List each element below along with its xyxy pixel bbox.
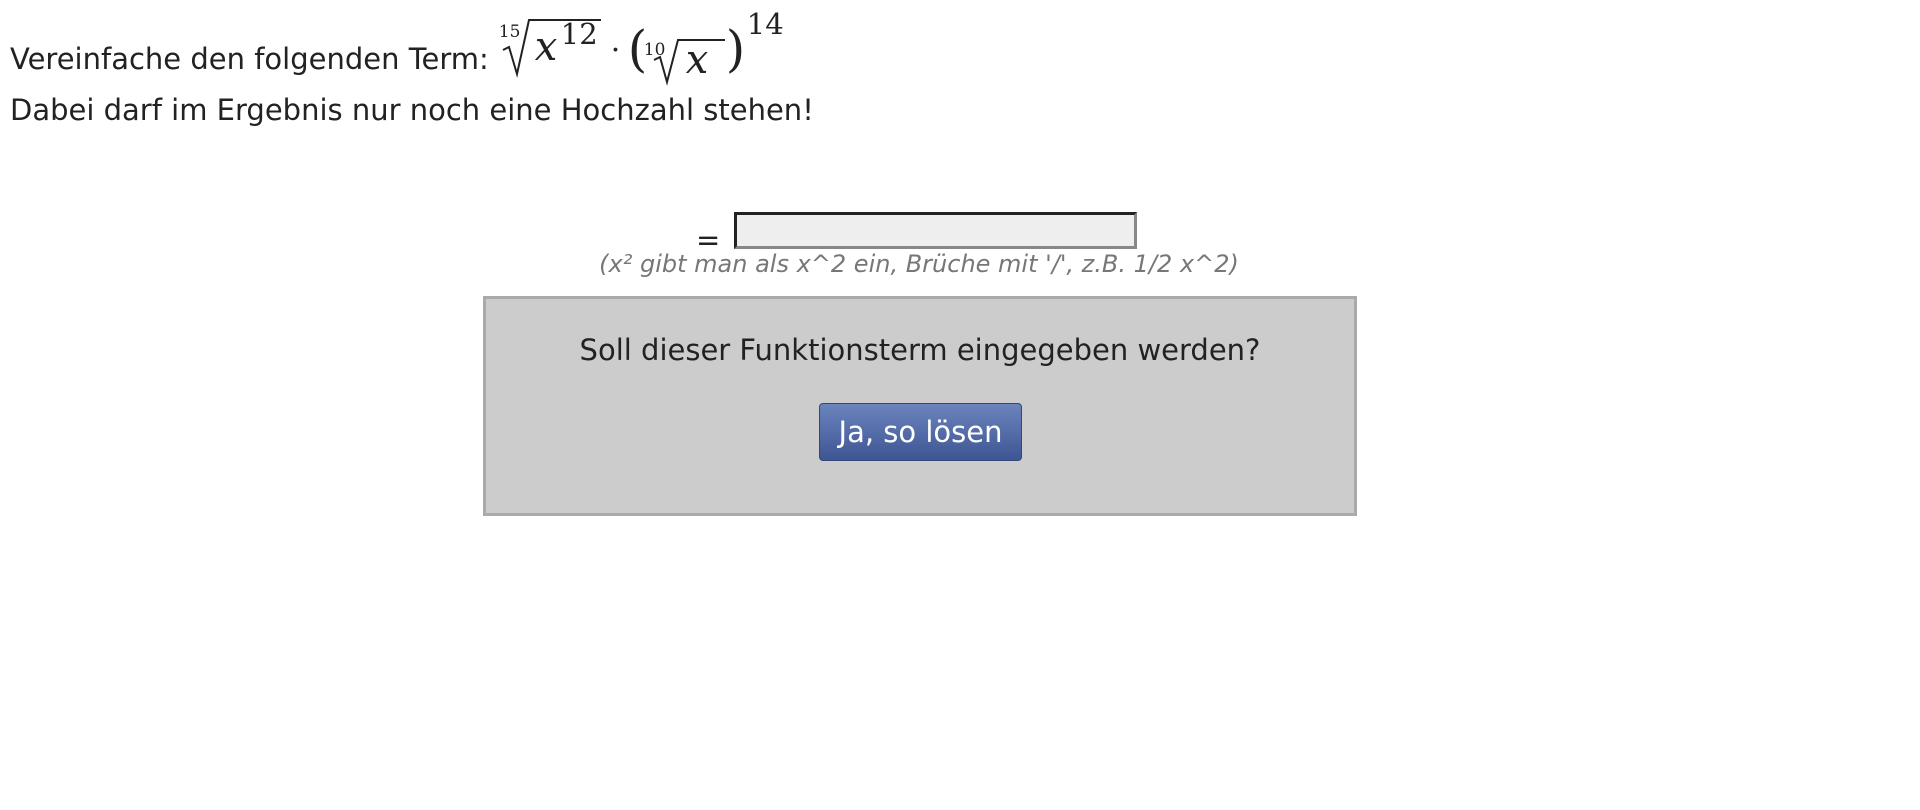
instruction-text: Dabei darf im Ergebnis nur noch eine Hoc… [10,93,814,127]
root1-radicand: x [534,24,558,70]
task-prefix: Vereinfache den folgenden Term: [10,42,489,76]
root1-index: 15 [498,22,521,42]
outer-exponent: 14 [746,7,784,41]
paren-close: ) [725,20,746,78]
root1-exponent: 12 [560,17,598,51]
answer-input[interactable] [734,211,1138,249]
input-hint: (x² gibt man als x^2 ein, Brüche mit '/'… [599,250,1239,278]
solve-button[interactable]: Ja, so lösen [819,403,1022,461]
confirm-question: Soll dieser Funktionsterm eingegeben wer… [579,333,1261,367]
root2-radicand: x [685,37,709,83]
root2-index: 10 [643,40,666,60]
math-term: 15 x 12 · ( 10 x ) 14 [498,7,791,86]
operator: · [610,33,621,68]
confirm-panel: Soll dieser Funktionsterm eingegeben wer… [483,296,1357,516]
task-statement: Vereinfache den folgenden Term: 15 x 12 … [10,7,791,86]
answer-row: = [696,203,1138,257]
